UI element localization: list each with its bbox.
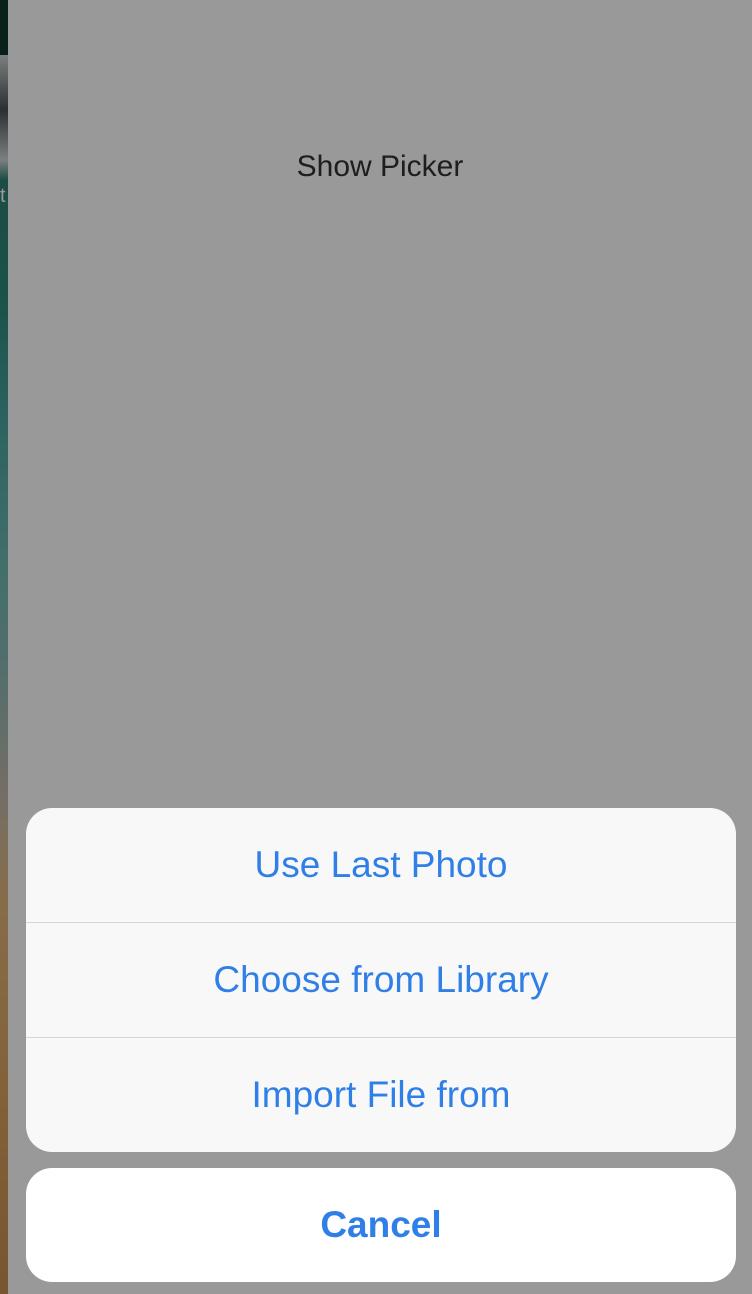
action-sheet-options: Use Last Photo Choose from Library Impor… [26,808,736,1152]
choose-from-library-button[interactable]: Choose from Library [26,923,736,1037]
use-last-photo-button[interactable]: Use Last Photo [26,808,736,922]
cancel-button[interactable]: Cancel [26,1168,736,1282]
import-file-button[interactable]: Import File from [26,1038,736,1152]
